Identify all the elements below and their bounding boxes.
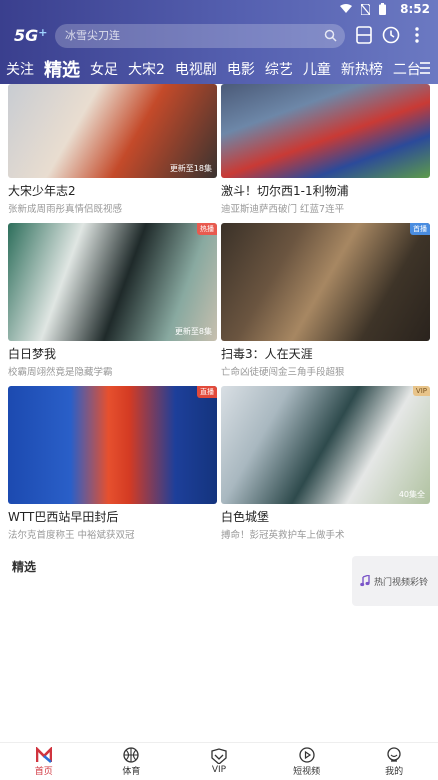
app: 8:52 5G+ 冰雪尖刀连 关注 精选 女足 大宋2 电视剧 电影 综艺 儿童…: [0, 0, 438, 780]
premiere-badge: 首播: [410, 223, 430, 235]
video-card[interactable]: 激斗！切尔西1-1利物浦 迪亚斯迪萨西破门 红蓝7连平: [221, 84, 430, 215]
video-title: 扫毒3：人在天涯: [221, 347, 313, 361]
header: 8:52 5G+ 冰雪尖刀连 关注 精选 女足 大宋2 电视剧 电影 综艺 儿童…: [0, 0, 438, 84]
search-input[interactable]: 冰雪尖刀连: [55, 24, 345, 48]
status-bar: 8:52: [0, 0, 438, 20]
tab-menu-icon[interactable]: [420, 60, 430, 76]
play-circle-icon: [298, 746, 315, 763]
video-subtitle: 亡命凶徒硬闯金三角手段超狠: [221, 367, 345, 378]
tab-featured[interactable]: 精选: [44, 56, 80, 82]
profile-icon: [387, 746, 401, 762]
video-title: 激斗！切尔西1-1利物浦: [221, 184, 349, 198]
video-subtitle: 校霸周翊然竟是隐藏学霸: [8, 367, 113, 378]
video-title: 大宋少年志2: [8, 184, 76, 198]
vip-badge: VIP: [412, 386, 430, 396]
screencast-icon[interactable]: [356, 26, 372, 44]
tab-variety[interactable]: 综艺: [265, 59, 293, 79]
tab-tv-series[interactable]: 电视剧: [175, 59, 217, 79]
wifi-icon: [340, 4, 352, 13]
episode-label: 更新至8集: [174, 327, 212, 336]
nav-home[interactable]: 首页: [0, 743, 88, 780]
nav-profile[interactable]: 我的: [350, 743, 438, 780]
vip-icon: [211, 748, 227, 764]
video-thumbnail[interactable]: 首播: [221, 223, 430, 341]
basketball-icon: [123, 746, 140, 763]
tab-channel-2[interactable]: 二台: [393, 59, 421, 79]
nav-sports[interactable]: 体育: [88, 743, 176, 780]
video-thumbnail[interactable]: 直播: [8, 386, 217, 504]
more-vertical-icon[interactable]: [414, 26, 420, 44]
nav-label: VIP: [211, 765, 227, 775]
logo-text: 5G: [14, 26, 39, 45]
search-icon: [324, 29, 337, 42]
episode-label: 40集全: [398, 490, 425, 499]
video-card[interactable]: 首播 扫毒3：人在天涯 亡命凶徒硬闯金三角手段超狠: [221, 223, 430, 378]
video-subtitle: 搏命！彭冠英救护车上做手术: [221, 530, 345, 541]
video-card[interactable]: VIP 40集全 白色城堡 搏命！彭冠英救护车上做手术: [221, 386, 430, 541]
video-card[interactable]: 直播 WTT巴西站早田封后 法尔克首度称王 中裕斌获双冠: [8, 386, 217, 541]
live-badge: 直播: [197, 386, 217, 398]
logo-5g[interactable]: 5G+: [14, 26, 47, 45]
video-title: 白日梦我: [8, 347, 57, 361]
video-subtitle: 张新成周雨彤真情侣既视感: [8, 204, 123, 215]
tab-movies[interactable]: 电影: [227, 59, 255, 79]
search-placeholder: 冰雪尖刀连: [65, 29, 120, 42]
video-subtitle: 法尔克首度称王 中裕斌获双冠: [8, 530, 135, 541]
section-title: 精选: [12, 560, 37, 574]
nav-label: 体育: [122, 766, 141, 777]
video-thumbnail[interactable]: 更新至18集: [8, 84, 217, 178]
battery-icon: [379, 3, 386, 15]
episode-label: 更新至18集: [169, 164, 212, 173]
video-thumbnail[interactable]: VIP 40集全: [221, 386, 430, 504]
video-thumbnail[interactable]: 热播 更新至8集: [8, 223, 217, 341]
no-sim-icon: [361, 3, 370, 15]
tab-kids[interactable]: 儿童: [303, 59, 331, 79]
nav-label: 短视频: [293, 766, 321, 777]
nav-label: 我的: [385, 766, 404, 777]
video-thumbnail[interactable]: [221, 84, 430, 178]
tab-follow[interactable]: 关注: [6, 59, 34, 79]
ringtone-label: 热门视频彩铃: [374, 577, 429, 588]
tab-hot-list[interactable]: 新热榜: [341, 59, 383, 79]
music-note-icon: [360, 575, 370, 587]
top-bar: 5G+ 冰雪尖刀连: [0, 22, 438, 50]
home-icon: [35, 746, 52, 763]
ringtone-button[interactable]: 热门视频彩铃: [352, 556, 438, 606]
category-tabs: 关注 精选 女足 大宋2 电视剧 电影 综艺 儿童 新热榜 二台: [0, 56, 438, 82]
video-title: WTT巴西站早田封后: [8, 510, 119, 524]
video-title: 白色城堡: [221, 510, 270, 524]
status-icons: [340, 3, 386, 15]
clock: 8:52: [400, 2, 430, 16]
nav-label: 首页: [34, 766, 53, 777]
video-subtitle: 迪亚斯迪萨西破门 红蓝7连平: [221, 204, 345, 215]
tab-womens-football[interactable]: 女足: [90, 59, 118, 79]
nav-vip[interactable]: VIP: [175, 743, 263, 780]
logo-plus: +: [38, 26, 48, 39]
history-icon[interactable]: [382, 26, 400, 44]
nav-short-video[interactable]: 短视频: [263, 743, 351, 780]
video-card[interactable]: 热播 更新至8集 白日梦我 校霸周翊然竟是隐藏学霸: [8, 223, 217, 378]
hot-badge: 热播: [197, 223, 217, 235]
tab-dasong2[interactable]: 大宋2: [128, 59, 165, 79]
video-card[interactable]: 更新至18集 大宋少年志2 张新成周雨彤真情侣既视感: [8, 84, 217, 215]
bottom-nav: 首页 体育 VIP 短视频 我的: [0, 742, 438, 780]
